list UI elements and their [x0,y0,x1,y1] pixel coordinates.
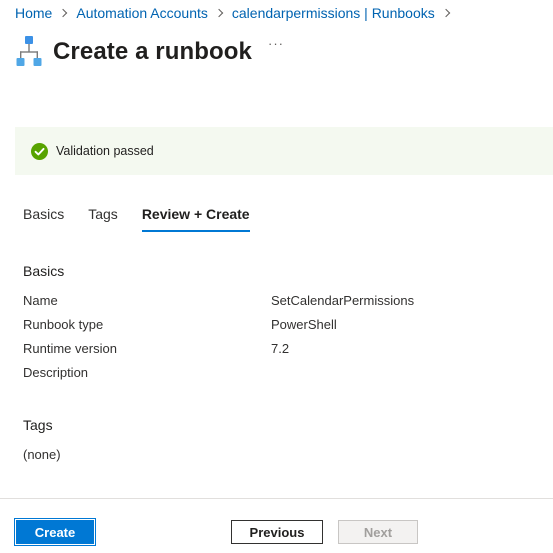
tab-review-create[interactable]: Review + Create [141,205,250,232]
wizard-tabs: Basics Tags Review + Create [23,205,274,232]
field-label-name: Name [23,293,58,308]
breadcrumb: Home Automation Accounts calendarpermiss… [15,4,459,22]
previous-button[interactable]: Previous [231,520,323,544]
field-value-runtime-version: 7.2 [271,341,290,356]
breadcrumb-automation-accounts[interactable]: Automation Accounts [76,5,208,21]
basics-section-heading: Basics [23,263,65,279]
tab-basics[interactable]: Basics [23,205,64,231]
runbook-hierarchy-icon [16,36,42,66]
breadcrumb-home[interactable]: Home [15,5,52,21]
chevron-right-icon [214,8,224,18]
chevron-right-icon [441,8,450,18]
validation-status-text: Validation passed [56,144,154,158]
field-value-name: SetCalendarPermissions [271,293,415,308]
more-options-button[interactable]: ··· [268,36,284,51]
field-value-runbook-type: PowerShell [271,317,337,332]
field-label-description: Description [23,365,89,380]
tab-tags[interactable]: Tags [88,205,118,231]
validation-banner: Validation passed [15,127,553,175]
field-label-runbook-type: Runbook type [23,317,104,332]
breadcrumb-runbooks[interactable]: calendarpermissions | Runbooks [232,5,435,21]
page-header: Create a runbook [15,32,252,72]
create-button[interactable]: Create [14,518,96,546]
chevron-right-icon [59,8,68,18]
next-button: Next [338,520,418,544]
tags-value: (none) [23,447,61,462]
check-circle-icon [31,142,48,160]
page-title: Create a runbook [53,38,252,65]
tags-section-heading: Tags [23,417,53,433]
footer-divider [0,498,553,499]
field-label-runtime-version: Runtime version [23,341,117,356]
